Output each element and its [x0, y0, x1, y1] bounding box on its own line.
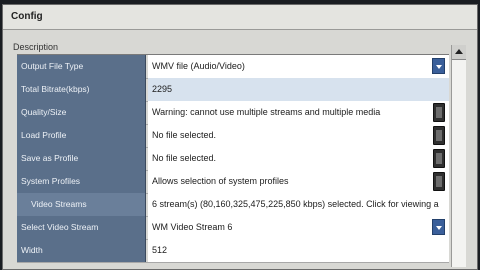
total-bitrate-value: 2295: [148, 78, 449, 101]
quality-size-value: Warning: cannot use multiple streams and…: [152, 107, 381, 117]
label-save-profile: Save as Profile: [17, 147, 146, 170]
row-total-bitrate: Total Bitrate(kbps) 2295: [17, 78, 449, 102]
save-profile-value: No file selected.: [152, 153, 217, 163]
vertical-scrollbar[interactable]: [451, 45, 466, 267]
ellipsis-icon[interactable]: [433, 103, 445, 122]
label-system-profiles: System Profiles: [17, 170, 146, 193]
width-value: 512: [152, 245, 168, 255]
chevron-down-icon[interactable]: [432, 58, 445, 74]
scroll-track[interactable]: [452, 60, 466, 267]
row-system-profiles: System Profiles Allows selection of syst…: [17, 170, 449, 194]
load-profile-field[interactable]: No file selected.: [148, 124, 449, 147]
video-streams-field[interactable]: 6 stream(s) (80,160,325,475,225,850 kbps…: [148, 193, 449, 216]
select-video-stream-value: WM Video Stream 6: [152, 222, 233, 232]
ellipsis-icon[interactable]: [433, 149, 445, 168]
row-width: Width 512: [17, 239, 449, 263]
row-load-profile: Load Profile No file selected.: [17, 124, 449, 148]
ellipsis-icon[interactable]: [433, 172, 445, 191]
output-file-type-select[interactable]: WMV file (Audio/Video): [148, 55, 449, 78]
label-load-profile: Load Profile: [17, 124, 146, 147]
config-window: Config Description Output File Type WMV …: [2, 4, 478, 270]
ellipsis-icon[interactable]: [433, 126, 445, 145]
video-streams-value: 6 stream(s) (80,160,325,475,225,850 kbps…: [152, 199, 439, 209]
label-output-file-type: Output File Type: [17, 55, 146, 78]
row-video-streams: Video Streams 6 stream(s) (80,160,325,47…: [17, 193, 449, 217]
label-total-bitrate: Total Bitrate(kbps): [17, 78, 146, 101]
row-select-video-stream: Select Video Stream WM Video Stream 6: [17, 216, 449, 240]
arrow-up-icon[interactable]: [452, 45, 466, 60]
row-quality-size: Quality/Size Warning: cannot use multipl…: [17, 101, 449, 125]
window-title: Config: [11, 11, 43, 22]
system-profiles-field[interactable]: Allows selection of system profiles: [148, 170, 449, 193]
description-label: Description: [13, 42, 59, 52]
system-profiles-value: Allows selection of system profiles: [152, 176, 289, 186]
select-video-stream-select[interactable]: WM Video Stream 6: [148, 216, 449, 239]
label-width: Width: [17, 239, 146, 262]
title-bar: Config: [3, 5, 477, 30]
output-file-type-value: WMV file (Audio/Video): [152, 61, 245, 71]
label-video-streams: Video Streams: [17, 193, 146, 216]
label-quality-size: Quality/Size: [17, 101, 146, 124]
quality-size-field[interactable]: Warning: cannot use multiple streams and…: [148, 101, 449, 124]
load-profile-value: No file selected.: [152, 130, 217, 140]
row-save-profile: Save as Profile No file selected.: [17, 147, 449, 171]
label-select-video-stream: Select Video Stream: [17, 216, 146, 239]
save-profile-field[interactable]: No file selected.: [148, 147, 449, 170]
property-grid: Output File Type WMV file (Audio/Video) …: [17, 54, 449, 265]
width-field[interactable]: 512: [148, 239, 449, 262]
chevron-down-icon[interactable]: [432, 219, 445, 235]
row-output-file-type: Output File Type WMV file (Audio/Video): [17, 55, 449, 79]
